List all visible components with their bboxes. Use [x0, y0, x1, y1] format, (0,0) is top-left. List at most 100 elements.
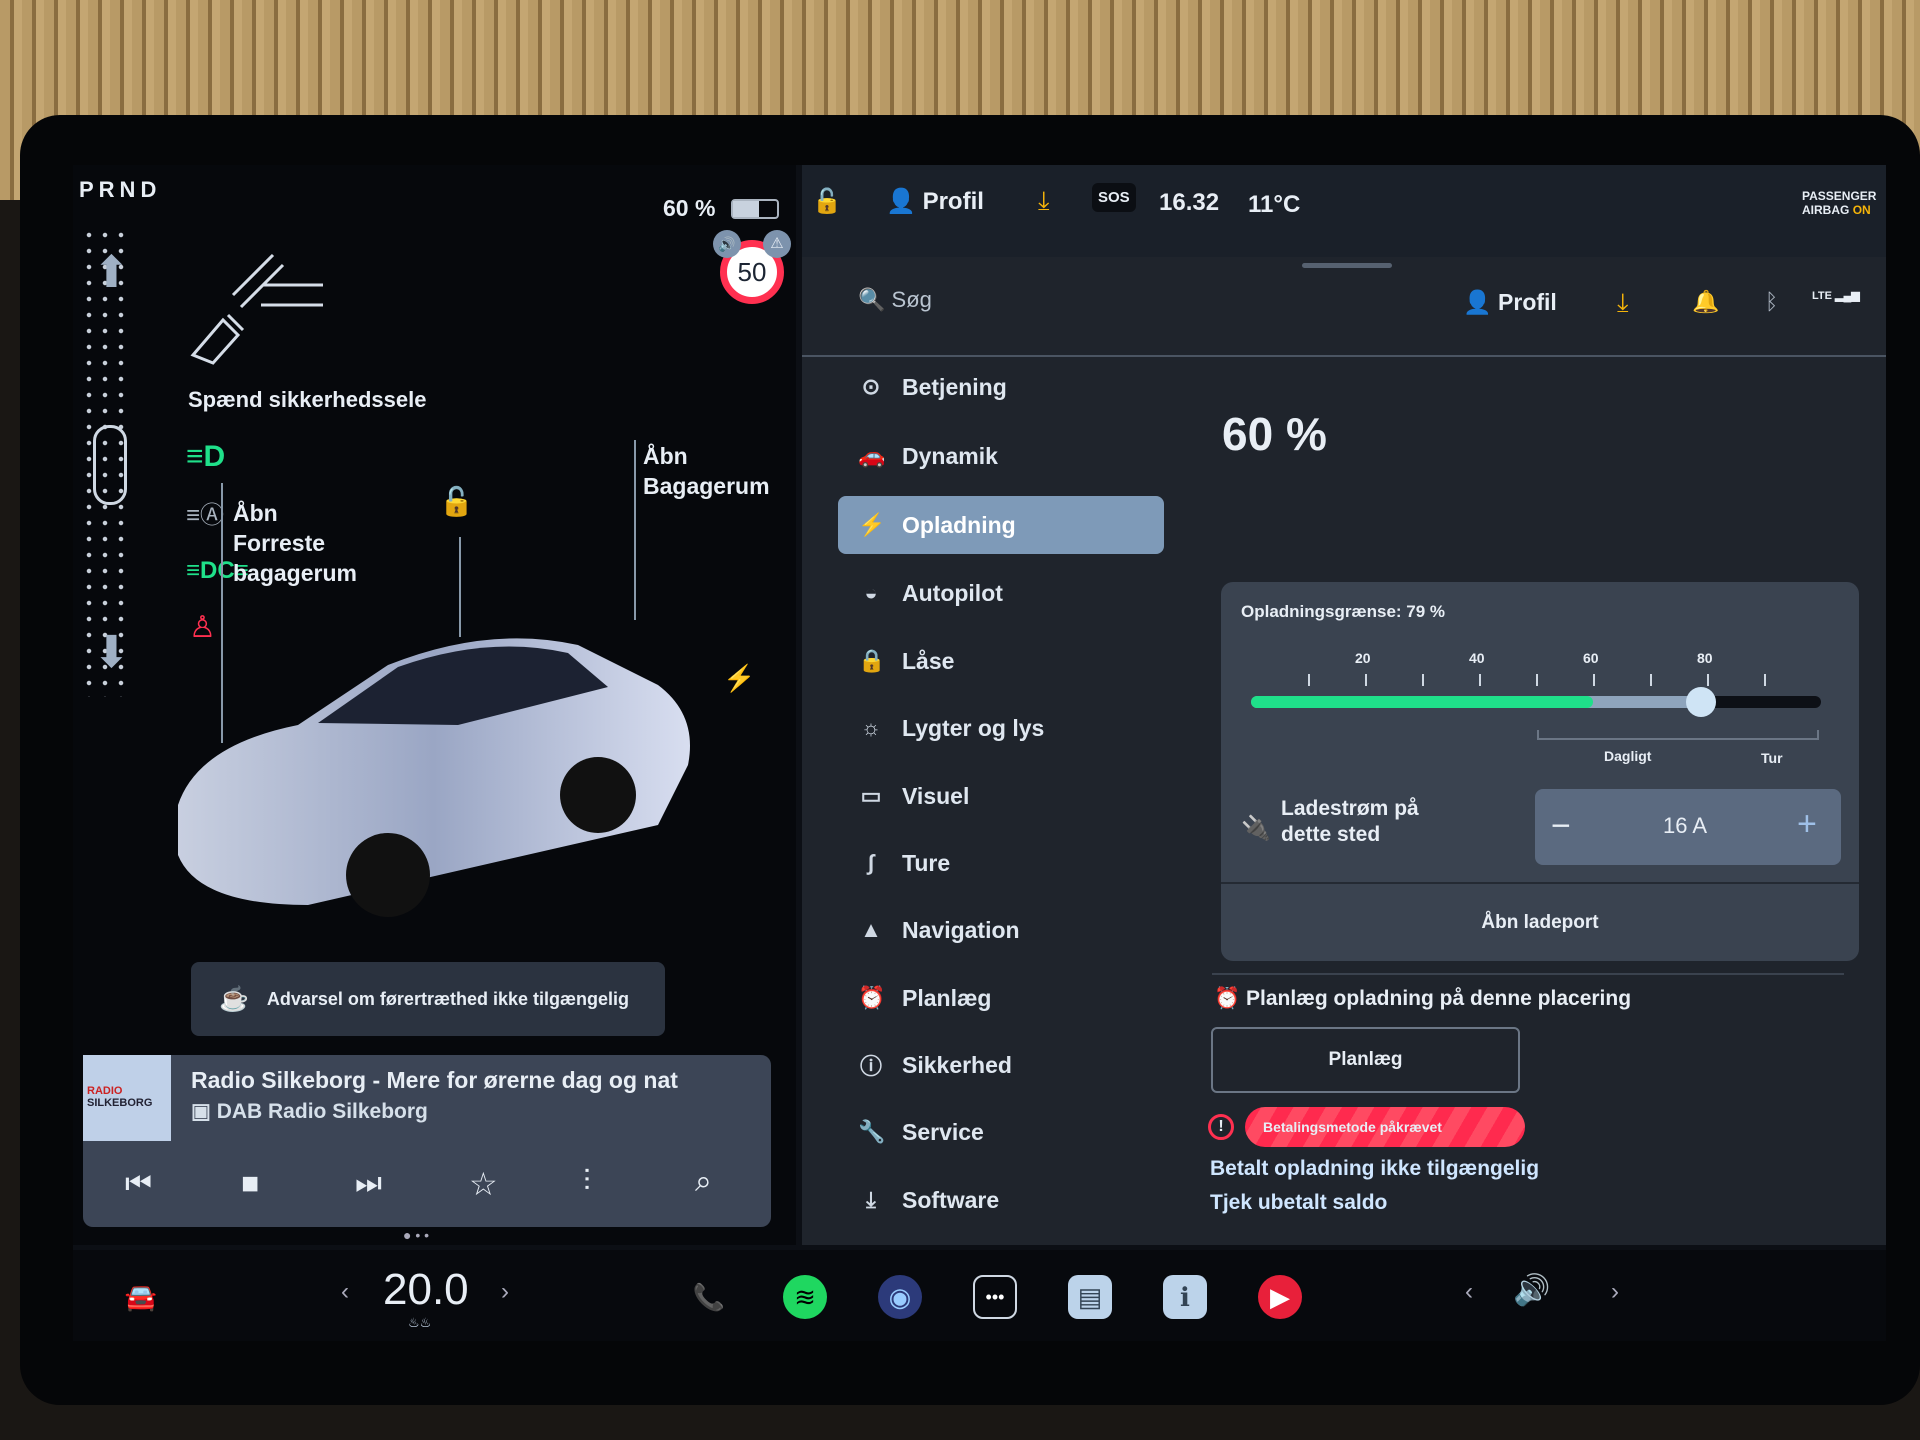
menu-item-dynamik[interactable]: 🚗 Dynamik	[838, 427, 1164, 485]
lte-signal-icon: LTE ▂▄▆	[1812, 290, 1860, 302]
schedule-heading: ⏰ Planlæg opladning på denne placering	[1214, 987, 1631, 1011]
spotify-icon[interactable]: ≋	[783, 1275, 827, 1319]
header-profile-label: Profil	[1498, 289, 1557, 315]
menu-item-ture[interactable]: ∫ Ture	[838, 834, 1164, 892]
open-frunk-button[interactable]: Åbn Forreste bagagerum	[233, 498, 357, 588]
open-trunk-button[interactable]: Åbn Bagagerum	[643, 441, 770, 501]
volume-icon[interactable]: 🔊	[1513, 1273, 1550, 1308]
daily-label: Dagligt	[1604, 748, 1652, 764]
header-profile[interactable]: 👤 Profil	[1463, 289, 1557, 316]
menu-item-autopilot[interactable]: ◒ Autopilot	[838, 564, 1164, 622]
decrease-amps-button[interactable]: −	[1551, 807, 1571, 846]
menu-item-label: Autopilot	[902, 579, 1003, 606]
camera-icon[interactable]: ◉	[878, 1275, 922, 1319]
alert-icon: ⓘ	[859, 1054, 882, 1079]
seat-heater-icon[interactable]: ♨♨	[408, 1315, 431, 1331]
menu-item-label: Software	[902, 1186, 1000, 1213]
volume-up-button[interactable]: ›	[1611, 1278, 1619, 1306]
manual-icon[interactable]: ℹ	[1163, 1275, 1207, 1319]
menu-item-service[interactable]: 🔧 Service	[838, 1103, 1164, 1161]
stop-button[interactable]: ■	[241, 1167, 259, 1201]
bell-icon[interactable]: 🔔	[1692, 289, 1719, 315]
gear-selector[interactable]: PRND	[79, 177, 161, 203]
station-logo: RADIO SILKEBORG	[83, 1055, 171, 1141]
page-dots[interactable]: ● • •	[403, 1227, 429, 1243]
speaker-icon[interactable]: 🔊	[713, 230, 741, 258]
search-bar[interactable]: 🔍 Søg	[858, 287, 932, 313]
status-profile[interactable]: 👤 Profil	[886, 187, 984, 216]
amps-value: 16 A	[1663, 813, 1708, 838]
slider-tick-label: 20	[1355, 650, 1371, 666]
steering-wheel-icon: ◒	[864, 580, 878, 605]
equalizer-icon[interactable]: ⫶	[583, 1165, 591, 1199]
charging-card: Opladningsgrænse: 79 % 20 40 60 80 Dagligt …	[1221, 582, 1859, 961]
airbag-line1: PASSENGER	[1802, 189, 1877, 203]
outside-temp: 11°C	[1248, 191, 1301, 218]
menu-item-låse[interactable]: 🔒 Låse	[838, 632, 1164, 690]
cabin-temperature[interactable]: 20.0	[383, 1265, 469, 1315]
range-bracket	[1537, 730, 1819, 740]
favorite-star-icon[interactable]: ☆	[469, 1165, 498, 1203]
warning-icon[interactable]: ⚠	[763, 230, 791, 258]
phone-icon[interactable]: 📞	[687, 1275, 731, 1319]
next-button[interactable]: ⏭	[355, 1167, 382, 1201]
charge-limit-slider[interactable]	[1251, 687, 1821, 717]
bluetooth-icon[interactable]: ᛒ	[1765, 289, 1778, 315]
menu-item-visuel[interactable]: ▭ Visuel	[838, 767, 1164, 825]
volume-down-button[interactable]: ‹	[1465, 1278, 1473, 1306]
menu-item-planlæg[interactable]: ⏰ Planlæg	[838, 969, 1164, 1027]
auto-high-beam-icon: ≡Ⓐ	[186, 502, 225, 529]
charge-current-label-1: Ladestrøm på	[1281, 797, 1419, 820]
charge-limit-label: Opladningsgrænse: 79 %	[1241, 602, 1446, 621]
slider-thumb[interactable]	[1686, 687, 1717, 717]
car-button[interactable]: 🚘	[119, 1275, 163, 1319]
menu-item-sikkerhed[interactable]: ⓘ Sikkerhed	[838, 1036, 1164, 1094]
payment-required-badge[interactable]: Betalingsmetode påkrævet	[1245, 1107, 1525, 1147]
charge-port-bolt-icon[interactable]: ⚡	[723, 663, 755, 694]
temp-up-button[interactable]: ›	[501, 1278, 509, 1306]
download-icon[interactable]: ⤓	[1617, 287, 1629, 319]
payment-required-text: Betalingsmetode påkrævet	[1263, 1119, 1442, 1135]
car-render	[178, 638, 690, 917]
more-apps-icon[interactable]: •••	[973, 1275, 1017, 1319]
previous-button[interactable]: ⏮	[125, 1167, 152, 1201]
menu-item-software[interactable]: ⤓ Software	[838, 1171, 1164, 1229]
media-player: RADIO SILKEBORG Radio Silkeborg - Mere fo…	[83, 1055, 771, 1227]
menu-item-opladning[interactable]: ⚡ Opladning	[838, 496, 1164, 554]
sun-icon: ☼	[860, 715, 882, 740]
menu-item-label: Sikkerhed	[902, 1051, 1012, 1078]
sos-button[interactable]: SOS	[1092, 183, 1136, 212]
temp-down-button[interactable]: ‹	[341, 1278, 349, 1306]
media-player-icon[interactable]: ▶	[1258, 1275, 1302, 1319]
paid-charging-unavailable: Betalt opladning ikke tilgængelig	[1210, 1157, 1540, 1180]
person-icon: 👤	[886, 188, 923, 215]
media-search-icon[interactable]: ⌕	[695, 1165, 712, 1199]
menu-item-betjening[interactable]: ⊙ Betjening	[838, 358, 1164, 416]
drag-handle[interactable]	[1302, 263, 1392, 268]
current-charge-fill	[1251, 696, 1593, 708]
search-icon: 🔍	[858, 287, 892, 312]
unlock-icon[interactable]: 🔓	[439, 485, 474, 518]
download-icon: ⤓	[866, 1187, 876, 1212]
arrow-down-icon[interactable]: ⬇	[93, 627, 130, 678]
unlock-status-icon[interactable]: 🔓	[812, 187, 842, 216]
low-beam-icon: ≡D	[186, 440, 226, 473]
menu-item-label: Navigation	[902, 916, 1020, 943]
seatbelt-icon	[190, 253, 323, 365]
calendar-icon[interactable]: ▤	[1068, 1275, 1112, 1319]
slider-tick	[1593, 674, 1595, 686]
software-update-icon[interactable]: ⤓	[1038, 185, 1050, 217]
schedule-button[interactable]: Planlæg	[1211, 1027, 1520, 1093]
open-charge-port-button[interactable]: Åbn ladeport	[1221, 884, 1859, 961]
arrow-up-icon[interactable]: ⬆	[93, 247, 130, 298]
slider-tick	[1479, 674, 1481, 686]
search-placeholder: Søg	[891, 287, 932, 312]
charge-current-label-2: dette sted	[1281, 823, 1381, 846]
increase-amps-button[interactable]: +	[1797, 805, 1817, 844]
check-balance-link[interactable]: Tjek ubetalt saldo	[1210, 1191, 1387, 1215]
coffee-icon: ☕	[219, 985, 249, 1013]
menu-item-navigation[interactable]: ▲ Navigation	[838, 901, 1164, 959]
menu-item-label: Service	[902, 1118, 984, 1145]
wrench-icon: 🔧	[858, 1119, 886, 1144]
menu-item-lygter-og-lys[interactable]: ☼ Lygter og lys	[838, 699, 1164, 757]
